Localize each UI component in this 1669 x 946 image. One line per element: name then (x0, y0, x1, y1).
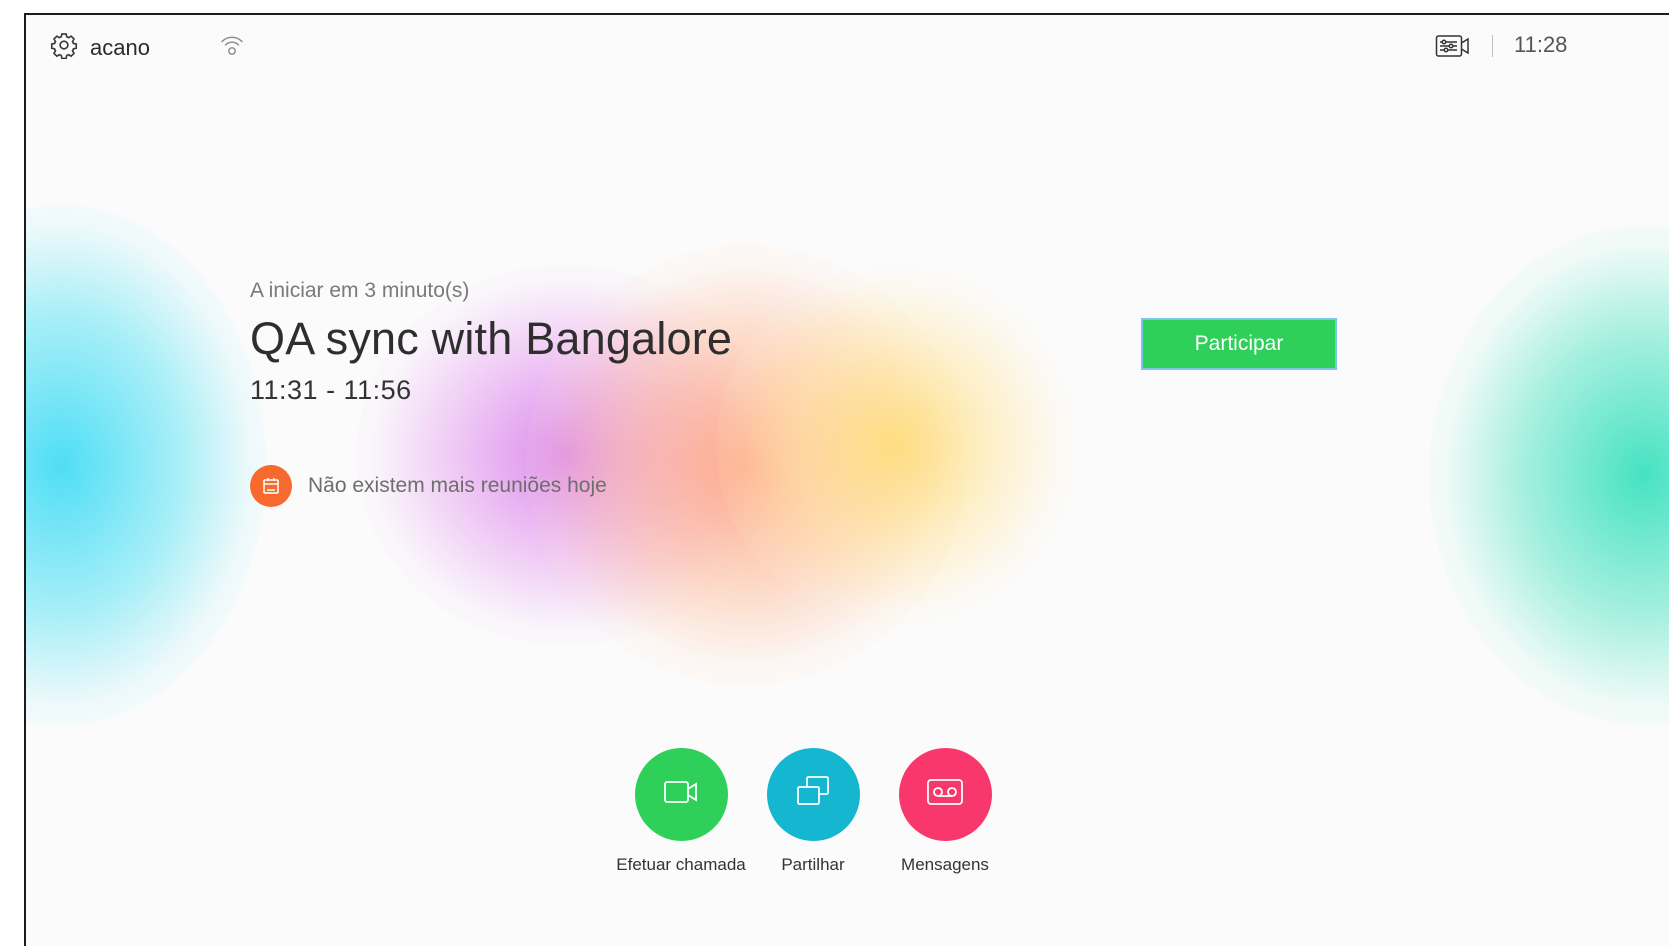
messages-label: Mensagens (901, 855, 989, 874)
video-camera-icon (663, 778, 699, 811)
share-circle[interactable] (766, 748, 860, 841)
call-circle[interactable] (634, 748, 728, 841)
gear-icon (50, 31, 78, 64)
meeting-time-range: 11:31 - 11:56 (250, 375, 412, 405)
messages-button[interactable]: Mensagens (880, 748, 1010, 875)
wifi-icon (219, 32, 245, 63)
no-more-meetings: Não existem mais reuniões hoje (250, 465, 607, 507)
call-button[interactable]: Efetuar chamada (616, 748, 746, 875)
camera-control-icon[interactable] (1435, 32, 1471, 65)
device-name: acano (90, 34, 150, 60)
messages-circle[interactable] (898, 748, 992, 841)
calendar-icon (250, 465, 292, 507)
call-label: Efetuar chamada (616, 855, 746, 874)
meeting-title: QA sync with Bangalore (250, 313, 733, 364)
upcoming-meeting: A iniciar em 3 minuto(s) QA sync with Ba… (250, 279, 732, 406)
background-glow-cyan (26, 205, 266, 725)
topbar-divider (1492, 35, 1493, 57)
no-more-meetings-text: Não existem mais reuniões hoje (308, 474, 607, 497)
meeting-starting-text: A iniciar em 3 minuto(s) (250, 279, 470, 302)
join-button[interactable]: Participar (1141, 318, 1337, 370)
action-bar: Efetuar chamada Partilhar Mensagens (616, 748, 1006, 888)
share-button[interactable]: Partilhar (748, 748, 878, 875)
settings-button[interactable]: acano (50, 31, 150, 64)
voicemail-icon (926, 778, 964, 811)
background-glow-teal (1429, 225, 1669, 725)
share-screen-icon (795, 775, 831, 814)
share-label: Partilhar (781, 855, 845, 874)
top-bar: acano 11:28 (26, 15, 1669, 77)
background-glow-yellow (716, 265, 1076, 625)
home-screen: acano 11:28 A iniciar em 3 minuto(s) QA … (24, 13, 1669, 946)
clock: 11:28 (1514, 32, 1568, 57)
